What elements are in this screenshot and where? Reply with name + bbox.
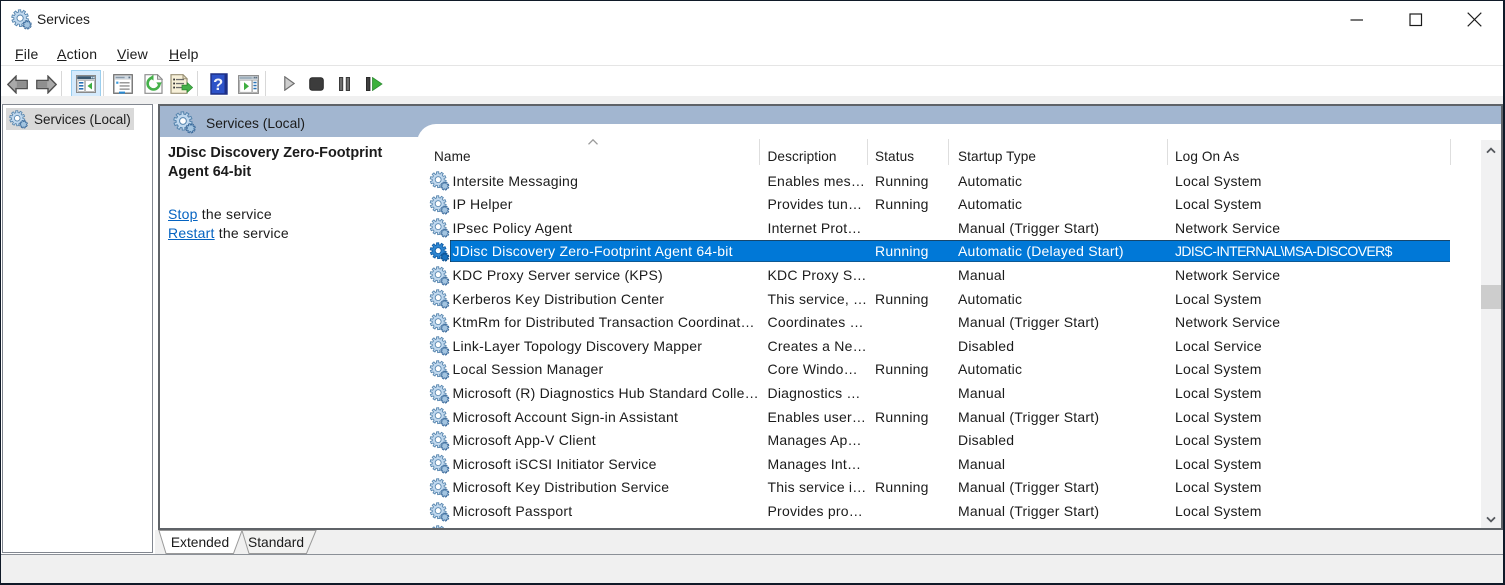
svg-text:Standard: Standard (248, 535, 304, 550)
svg-text:?: ? (213, 76, 223, 94)
svg-text:Extended: Extended (171, 535, 229, 550)
